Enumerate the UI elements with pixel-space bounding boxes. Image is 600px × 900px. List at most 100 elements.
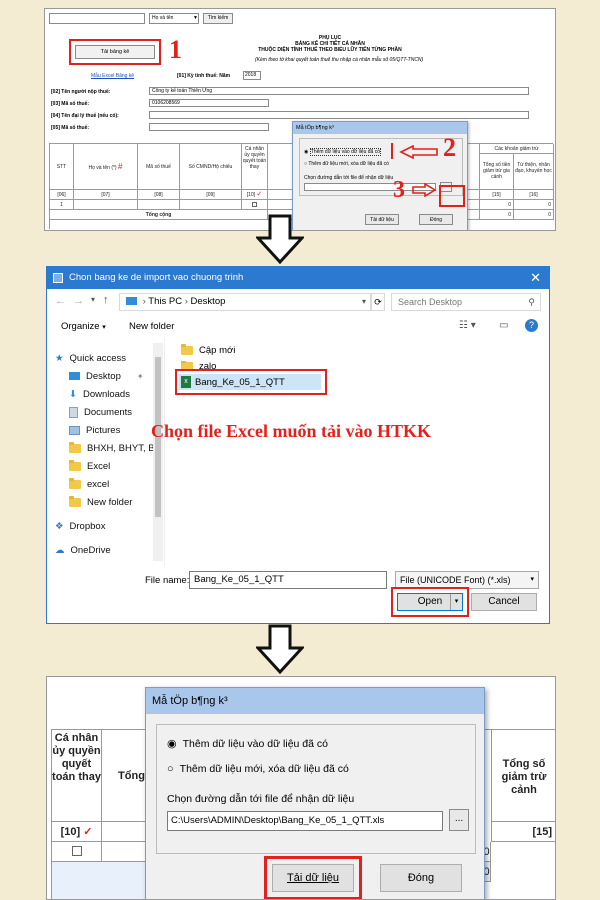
agent-taxcode-input[interactable] <box>149 123 269 131</box>
computer-icon <box>126 297 137 306</box>
code-09: [09] <box>180 190 242 200</box>
code-07: [07] <box>74 190 138 200</box>
radio-icon: ○ <box>304 161 308 167</box>
option-replace[interactable]: ○ Thêm dữ liệu mới, xóa dữ liệu đã có <box>167 763 349 775</box>
row-checkbox-zoom[interactable] <box>52 842 102 862</box>
up-button[interactable]: ↑ <box>103 294 109 306</box>
dialog-option-2[interactable]: ○ Thêm dữ liệu mới, xóa dữ liệu đã có <box>304 161 389 167</box>
row-taxcode-input[interactable] <box>138 200 180 210</box>
nav-bhxh[interactable]: BHXH, BHYT, BH <box>69 439 161 457</box>
nav-desktop[interactable]: Desktop ✦ <box>69 367 144 385</box>
nav-new-folder[interactable]: New folder <box>69 493 132 511</box>
dialog-load-button[interactable]: Tải dữ liệu <box>365 214 399 225</box>
total-deduction: 0 <box>480 210 514 220</box>
dropbox-icon: ❖ <box>55 520 64 532</box>
highlight-browse-button <box>439 185 465 207</box>
help-icon[interactable]: ? <box>525 319 538 332</box>
option-append[interactable]: ◉ Thêm dữ liệu vào dữ liệu đã có <box>167 737 328 751</box>
agent-label: [04] Tên đại lý thuế (nếu có): <box>51 113 119 119</box>
nav-documents[interactable]: Documents <box>69 403 132 421</box>
file-path-input[interactable]: C:\Users\ADMIN\Desktop\Bang_Ke_05_1_QTT.… <box>167 811 443 831</box>
row-checkbox[interactable] <box>242 200 268 210</box>
picture-icon <box>69 425 80 435</box>
desktop-icon <box>69 372 80 380</box>
forward-button[interactable]: → <box>73 295 84 307</box>
period-label: [01] Kỳ tính thuế: Năm <box>177 73 231 79</box>
new-folder-button[interactable]: New folder <box>129 321 174 332</box>
browse-file-button[interactable]: ... <box>449 809 469 831</box>
recent-dropdown[interactable]: ▾ <box>91 295 95 304</box>
arrow-down-icon <box>256 624 304 674</box>
nav-quick-access[interactable]: ★ Quick access <box>55 349 126 367</box>
nav-excel-1[interactable]: Excel <box>69 457 110 475</box>
dialog-titlebar: Mẫ tÖp b¶ng k³ <box>293 122 467 134</box>
file-item-cap-moi[interactable]: Cập mới <box>181 344 235 356</box>
folder-icon <box>69 441 81 453</box>
form-subtitle: (Kèm theo tờ khai quyết toán thuế thu nh… <box>255 57 424 63</box>
breadcrumb-thispc[interactable]: This PC <box>148 296 182 307</box>
row-id-input[interactable] <box>180 200 242 210</box>
search-button[interactable]: Tìm kiếm <box>203 13 233 24</box>
nav-scrollbar[interactable] <box>153 343 163 561</box>
organize-button[interactable]: Organize ▾ <box>61 321 106 332</box>
search-input[interactable] <box>49 13 145 24</box>
refresh-button[interactable]: ⟳ <box>371 293 385 311</box>
dialog-option-1[interactable]: ◉ Thêm dữ liệu vào dữ liệu đã có <box>304 148 381 156</box>
th-taxcode: Mã số thuế <box>138 144 180 190</box>
chevron-down-icon: ▾ <box>530 576 534 583</box>
taxcode-input[interactable]: 0106208569 <box>149 99 269 107</box>
row-name-input[interactable] <box>74 200 138 210</box>
taxpayer-input[interactable]: Công ty kế toán Thiên Ưng <box>149 87 529 95</box>
row-stt: 1 <box>50 200 74 210</box>
sample-excel-link[interactable]: Mẫu Excel Bảng kê <box>91 73 134 79</box>
cloud-icon: ☁ <box>55 544 65 556</box>
code-15: [15] <box>480 190 514 200</box>
nav-pictures[interactable]: Pictures <box>69 421 120 439</box>
period-input[interactable]: 2018 <box>243 71 261 80</box>
folder-icon <box>181 344 193 355</box>
checkmark-icon: ✓ <box>83 826 93 838</box>
agent-input[interactable] <box>149 111 529 119</box>
app-icon <box>53 273 63 283</box>
th-stt: STT <box>50 144 74 190</box>
close-dialog-button[interactable]: Đóng <box>380 864 462 892</box>
code-10: [10] ✓ <box>242 190 268 200</box>
step-number-1: 1 <box>169 35 182 64</box>
file-open-dialog: Chon bang ke de import vao chuong trinh … <box>46 266 550 624</box>
chevron-down-icon[interactable]: ▾ <box>362 294 366 310</box>
arrow-right-red-icon <box>411 182 437 202</box>
folder-icon <box>69 495 81 507</box>
preview-pane-icon[interactable]: ▭ <box>499 320 508 331</box>
dialog-close-button[interactable]: Đóng <box>419 214 453 225</box>
step-number-2: 2 <box>443 133 456 162</box>
back-button[interactable]: ← <box>55 295 66 307</box>
dialog-path-label: Chọn đường dẫn tới file để nhận dữ liệu <box>304 175 394 181</box>
search-desktop-input[interactable]: Search Desktop ⚲ <box>391 293 541 311</box>
nav-downloads[interactable]: ⬇ Downloads <box>69 385 130 403</box>
cancel-button[interactable]: Cancel <box>471 593 537 611</box>
close-icon[interactable]: ✕ <box>530 267 541 289</box>
highlight-load-button <box>264 856 362 899</box>
document-icon <box>69 406 78 418</box>
code-16: [16] <box>514 190 554 200</box>
address-bar[interactable]: › This PC › Desktop ▾ <box>119 293 371 311</box>
code-10-zoom: [10] ✓ <box>52 822 102 842</box>
filename-input[interactable]: Bang_Ke_05_1_QTT <box>189 571 387 589</box>
code-08: [08] <box>138 190 180 200</box>
taxpayer-label: [02] Tên người nộp thuế: <box>51 89 111 95</box>
th-individual-zoom: Cá nhân ủy quyền quyết toán thay <box>52 730 102 822</box>
code-15-zoom: [15] <box>491 822 555 842</box>
nav-excel-2[interactable]: excel <box>69 475 109 493</box>
import-dialog-titlebar: Mẫ tÖp b¶ng k³ <box>146 688 484 714</box>
th-deduction: Tổng số tiền giảm trừ gia cảnh <box>480 154 514 190</box>
download-icon: ⬇ <box>69 388 77 400</box>
star-icon: ★ <box>55 352 64 364</box>
search-field-select[interactable]: Họ và tên ▼ <box>149 13 199 24</box>
htkk-form-panel: Họ và tên ▼ Tìm kiếm Tải bảng kê 1 PHỤ LỤ… <box>44 8 556 231</box>
breadcrumb-desktop[interactable]: Desktop <box>191 296 226 307</box>
nav-dropbox[interactable]: ❖ Dropbox <box>55 517 105 535</box>
chevron-down-icon: ▼ <box>193 15 198 21</box>
view-options-icon[interactable]: ☷ ▾ <box>459 320 476 331</box>
nav-onedrive[interactable]: ☁ OneDrive <box>55 541 111 559</box>
file-dialog-titlebar: Chon bang ke de import vao chuong trinh … <box>47 267 549 289</box>
